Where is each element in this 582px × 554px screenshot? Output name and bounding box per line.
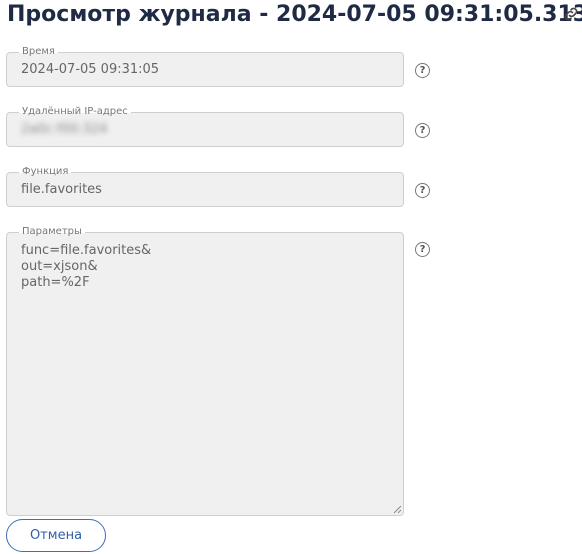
ip-address-value: 2a0c:f00:324 — [21, 122, 108, 137]
cancel-button[interactable]: Отмена — [6, 519, 106, 552]
function-help-icon[interactable]: ? — [415, 183, 430, 198]
link-icon[interactable] — [562, 5, 580, 23]
time-help-icon[interactable]: ? — [415, 63, 430, 78]
resize-handle-icon[interactable] — [392, 504, 402, 514]
ip-address-label: Удалённый IP-адрес — [19, 106, 131, 118]
time-value: 2024-07-05 09:31:05 — [21, 62, 160, 77]
function-field[interactable]: Функция file.favorites — [6, 166, 404, 207]
time-label: Время — [19, 46, 58, 58]
function-label: Функция — [19, 166, 72, 178]
page-title: Просмотр журнала - 2024-07-05 09:31:05.3… — [7, 2, 582, 27]
params-value: func=file.favorites& out=xjson& path=%2F — [21, 243, 152, 290]
params-label: Параметры — [19, 226, 85, 238]
function-value: file.favorites — [21, 182, 102, 197]
time-field[interactable]: Время 2024-07-05 09:31:05 — [6, 46, 404, 87]
ip-help-icon[interactable]: ? — [415, 123, 430, 138]
ip-address-field[interactable]: Удалённый IP-адрес 2a0c:f00:324 — [6, 106, 404, 147]
params-textarea[interactable]: Параметры func=file.favorites& out=xjson… — [6, 226, 404, 516]
params-help-icon[interactable]: ? — [415, 242, 430, 257]
